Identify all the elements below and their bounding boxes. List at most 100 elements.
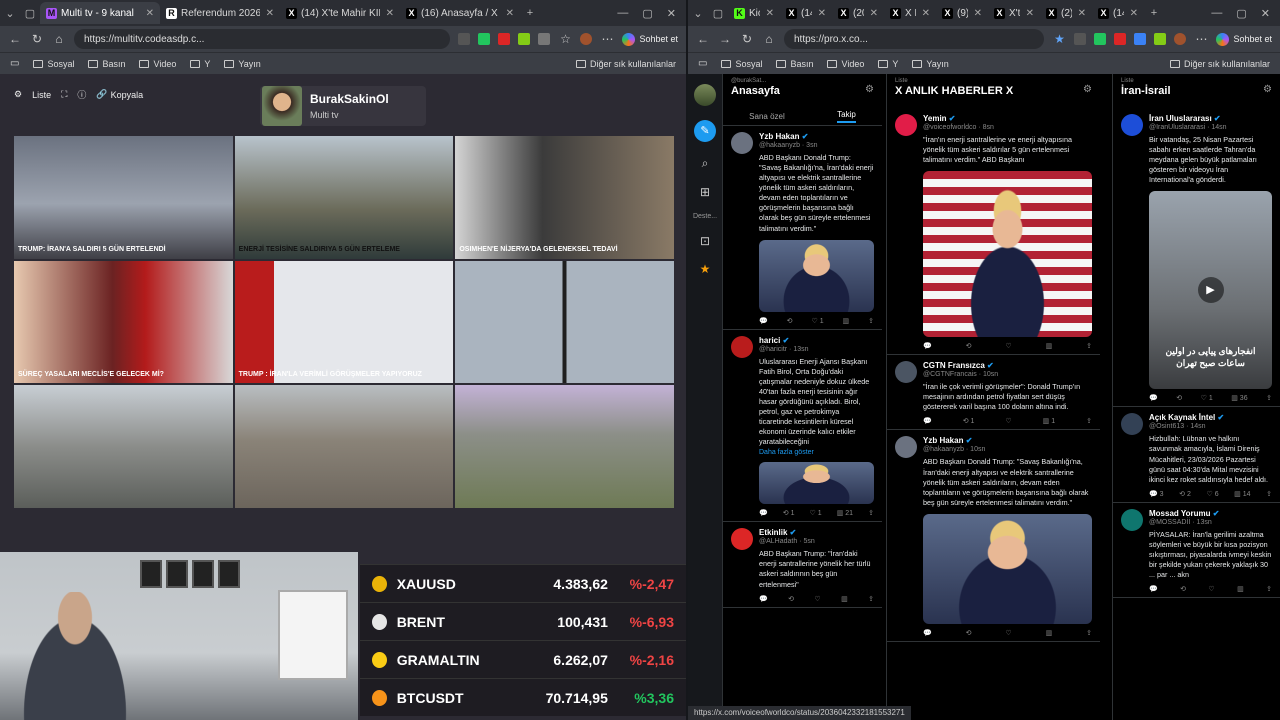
- views-icon[interactable]: ▥ 36: [1231, 394, 1247, 402]
- tab-actions-icon[interactable]: ⌄: [688, 7, 708, 20]
- info-icon[interactable]: ⓘ: [77, 88, 86, 101]
- tab-close-icon[interactable]: ✕: [818, 8, 826, 19]
- tweet-author[interactable]: Yzb Hakan ✔: [923, 436, 1092, 445]
- like-icon[interactable]: ♡ 1: [1201, 394, 1213, 402]
- back-icon[interactable]: ←: [8, 32, 22, 46]
- column-settings-icon[interactable]: ⚙: [865, 84, 874, 95]
- reply-icon[interactable]: 💬 3: [1149, 490, 1164, 498]
- tab-actions-icon[interactable]: ⌄: [0, 7, 20, 20]
- tab-close-icon[interactable]: ✕: [922, 8, 930, 19]
- tweet-avatar[interactable]: [895, 436, 917, 459]
- add-column-icon[interactable]: ⊞: [700, 185, 710, 199]
- workspaces-icon[interactable]: ▢: [20, 7, 40, 20]
- tab-list-icon[interactable]: ▭: [10, 58, 19, 69]
- minimize-icon[interactable]: —: [617, 7, 628, 20]
- subtab-1[interactable]: Takip: [837, 110, 856, 123]
- tab-close-icon[interactable]: ✕: [1078, 8, 1086, 19]
- extension-icon[interactable]: [1074, 33, 1087, 45]
- tab-list-icon[interactable]: ▭: [698, 58, 707, 69]
- forward-icon[interactable]: →: [718, 32, 732, 46]
- tab-2[interactable]: X (20 ✕: [832, 2, 884, 24]
- share-icon[interactable]: ⇪: [1086, 417, 1092, 425]
- close-window-icon[interactable]: ✕: [667, 7, 676, 20]
- like-icon[interactable]: ♡: [814, 595, 820, 603]
- workspaces-icon[interactable]: ▢: [708, 7, 728, 20]
- menu-icon[interactable]: ⋯: [1194, 32, 1208, 46]
- profile-avatar[interactable]: [580, 33, 593, 45]
- bookmark-folder[interactable]: Basın: [776, 59, 813, 69]
- reply-icon[interactable]: 💬: [923, 417, 932, 425]
- reply-icon[interactable]: 💬: [759, 317, 768, 325]
- home-icon[interactable]: ⌂: [52, 32, 66, 46]
- like-icon[interactable]: ♡ 1: [811, 317, 823, 325]
- profile-avatar[interactable]: [1174, 33, 1187, 45]
- tweet-media[interactable]: ▶ انفجارهای پیاپی در اولین ساعات صبح تهرا…: [1149, 191, 1272, 390]
- tab-0[interactable]: K KickPe ✕: [728, 2, 780, 24]
- tweet-author[interactable]: İran Uluslararası ✔: [1149, 114, 1272, 123]
- tweet-author[interactable]: Açık Kaynak İntel ✔: [1149, 413, 1272, 422]
- tab-2[interactable]: X (14) X'te Mahir KILIÇ: "G ✕: [280, 2, 400, 24]
- tweet-author[interactable]: Mossad Yorumu ✔: [1149, 509, 1272, 518]
- tab-close-icon[interactable]: ✕: [974, 8, 982, 19]
- play-icon[interactable]: ▶: [1197, 277, 1224, 304]
- extension-icon[interactable]: [1154, 33, 1167, 45]
- tab-1[interactable]: X (14) An ✕: [780, 2, 832, 24]
- share-icon[interactable]: ⇪: [1086, 629, 1092, 637]
- retweet-icon[interactable]: ⟲: [966, 342, 972, 350]
- extension-icon[interactable]: [458, 33, 471, 45]
- favorite-star-icon[interactable]: ★: [1052, 32, 1066, 46]
- tab-close-icon[interactable]: ✕: [1026, 8, 1034, 19]
- extension-icon[interactable]: [478, 33, 491, 45]
- bookmark-folder[interactable]: Sosyal: [721, 59, 762, 69]
- tv-feed-8[interactable]: [234, 385, 454, 508]
- views-icon[interactable]: ▥ 21: [837, 509, 853, 517]
- tab-7[interactable]: X (14) An ✕: [1092, 2, 1144, 24]
- refresh-icon[interactable]: ↻: [740, 32, 754, 46]
- like-icon[interactable]: ♡: [1005, 629, 1011, 637]
- tv-feed-2[interactable]: ENERJİ TESİSİNE SALDIRIYA 5 GÜN ERTELEME: [234, 136, 454, 259]
- tv-feed-5[interactable]: TRUMP : İRAN'LA VERİMLİ GÖRÜŞMELER YAPIY…: [234, 260, 454, 384]
- bookmark-folder[interactable]: Yayın: [912, 59, 949, 69]
- url-field[interactable]: https://multitv.codeasdp.c...: [74, 29, 451, 49]
- list-button[interactable]: Liste: [32, 90, 51, 100]
- tab-close-icon[interactable]: ✕: [266, 8, 274, 19]
- bookmark-folder[interactable]: Yayın: [224, 59, 261, 69]
- bookmark-folder[interactable]: Sosyal: [33, 59, 74, 69]
- tweet-author[interactable]: CGTN Fransızca ✔: [923, 361, 1092, 370]
- like-icon[interactable]: ♡: [1005, 342, 1011, 350]
- views-icon[interactable]: ▥: [1046, 342, 1053, 350]
- column-settings-icon[interactable]: ⚙: [1263, 84, 1272, 95]
- new-tab-icon[interactable]: +: [1144, 7, 1164, 19]
- channel-card[interactable]: BurakSakinOl Multi tv: [260, 86, 426, 126]
- tweet-author[interactable]: Etkinlik ✔: [759, 528, 874, 537]
- other-bookmarks[interactable]: Diğer sık kullanılanlar: [1169, 59, 1270, 69]
- tweet[interactable]: harici ✔ @haricitr · 13sn Uluslararası Ene…: [723, 330, 882, 523]
- home-icon[interactable]: ⌂: [762, 32, 776, 46]
- tweet-author[interactable]: harici ✔: [759, 336, 874, 345]
- new-tab-icon[interactable]: +: [520, 7, 540, 19]
- chat-button[interactable]: Sohbet et: [1216, 32, 1272, 46]
- tweet-avatar[interactable]: [1121, 508, 1143, 531]
- minimize-icon[interactable]: —: [1211, 7, 1222, 20]
- bookmark-folder[interactable]: Video: [827, 59, 864, 69]
- tweet[interactable]: Açık Kaynak İntel ✔ @Osint613 · 14sn Hizbu…: [1113, 407, 1280, 503]
- tweet-media[interactable]: [759, 462, 874, 505]
- tab-3[interactable]: X X Pro ✕: [884, 2, 936, 24]
- compose-icon[interactable]: ✎: [694, 120, 716, 142]
- reply-icon[interactable]: 💬: [1149, 394, 1158, 402]
- account-avatar[interactable]: [694, 84, 716, 106]
- bookmark-folder[interactable]: Basın: [88, 59, 125, 69]
- tab-close-icon[interactable]: ✕: [1130, 8, 1138, 19]
- tab-close-icon[interactable]: ✕: [506, 8, 514, 19]
- column-settings-icon[interactable]: ⚙: [1083, 84, 1092, 95]
- tweet[interactable]: CGTN Fransızca ✔ @CGTNFrancais · 10sn "İra…: [887, 355, 1100, 431]
- reply-icon[interactable]: 💬: [759, 509, 768, 517]
- bookmark-folder[interactable]: Video: [139, 59, 176, 69]
- tweet-avatar[interactable]: [895, 361, 917, 384]
- views-icon[interactable]: ▥: [841, 595, 848, 603]
- reply-icon[interactable]: 💬: [923, 629, 932, 637]
- retweet-icon[interactable]: ⟲ 2: [1179, 490, 1191, 498]
- tweet-author[interactable]: Yzb Hakan ✔: [759, 132, 874, 141]
- share-icon[interactable]: ⇪: [1266, 585, 1272, 593]
- refresh-icon[interactable]: ↻: [30, 32, 44, 46]
